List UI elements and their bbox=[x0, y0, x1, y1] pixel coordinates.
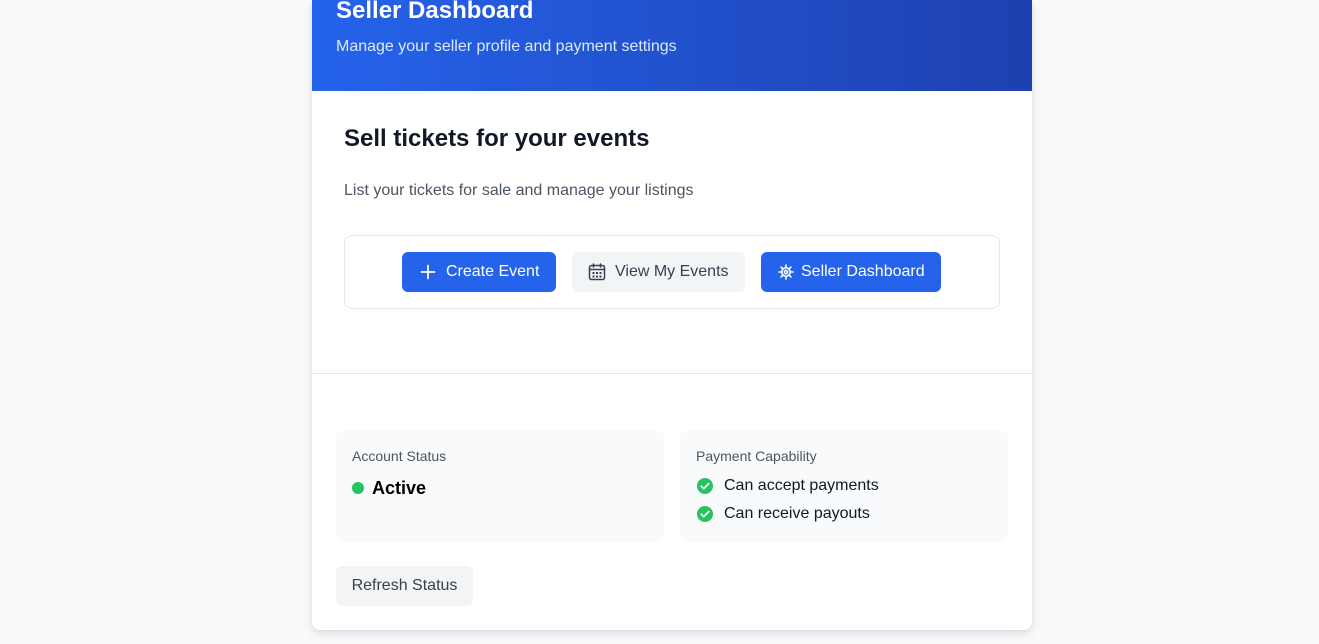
capability-item: Can receive payouts bbox=[696, 504, 870, 524]
account-status-row: Active bbox=[352, 477, 426, 499]
account-status-label: Account Status bbox=[352, 448, 447, 464]
sell-section-description: List your tickets for sale and manage yo… bbox=[344, 182, 694, 199]
account-status-panel: Account Status Active bbox=[336, 430, 664, 542]
page-title: Seller Dashboard bbox=[336, 0, 534, 24]
payment-capability-panel: Payment Capability Can accept payments C… bbox=[680, 430, 1008, 542]
gear-icon bbox=[776, 262, 796, 282]
status-dot-icon bbox=[352, 482, 364, 494]
seller-dashboard-button[interactable]: Seller Dashboard bbox=[761, 252, 941, 292]
plus-icon bbox=[418, 262, 438, 282]
page-subtitle: Manage your seller profile and payment s… bbox=[336, 38, 677, 55]
calendar-icon bbox=[587, 262, 607, 282]
check-circle-icon bbox=[696, 505, 714, 523]
seller-dashboard-card: Seller Dashboard Manage your seller prof… bbox=[312, 0, 1032, 630]
create-event-label: Create Event bbox=[446, 263, 540, 280]
action-button-group: Create Event View My Events Seller Dashb… bbox=[344, 235, 1000, 309]
capability-item: Can accept payments bbox=[696, 476, 879, 496]
capability-text: Can receive payouts bbox=[724, 505, 870, 522]
check-circle-icon bbox=[696, 477, 714, 495]
account-status-value: Active bbox=[372, 478, 427, 498]
dashboard-header: Seller Dashboard Manage your seller prof… bbox=[312, 0, 1032, 91]
capability-text: Can accept payments bbox=[724, 477, 879, 494]
view-my-events-label: View My Events bbox=[615, 263, 729, 280]
view-my-events-button[interactable]: View My Events bbox=[572, 252, 745, 292]
create-event-button[interactable]: Create Event bbox=[402, 252, 556, 292]
refresh-status-button[interactable]: Refresh Status bbox=[336, 566, 473, 606]
section-divider bbox=[312, 373, 1032, 374]
sell-section-title: Sell tickets for your events bbox=[344, 125, 650, 152]
seller-dashboard-label: Seller Dashboard bbox=[801, 263, 925, 280]
payment-capability-label: Payment Capability bbox=[696, 448, 817, 464]
